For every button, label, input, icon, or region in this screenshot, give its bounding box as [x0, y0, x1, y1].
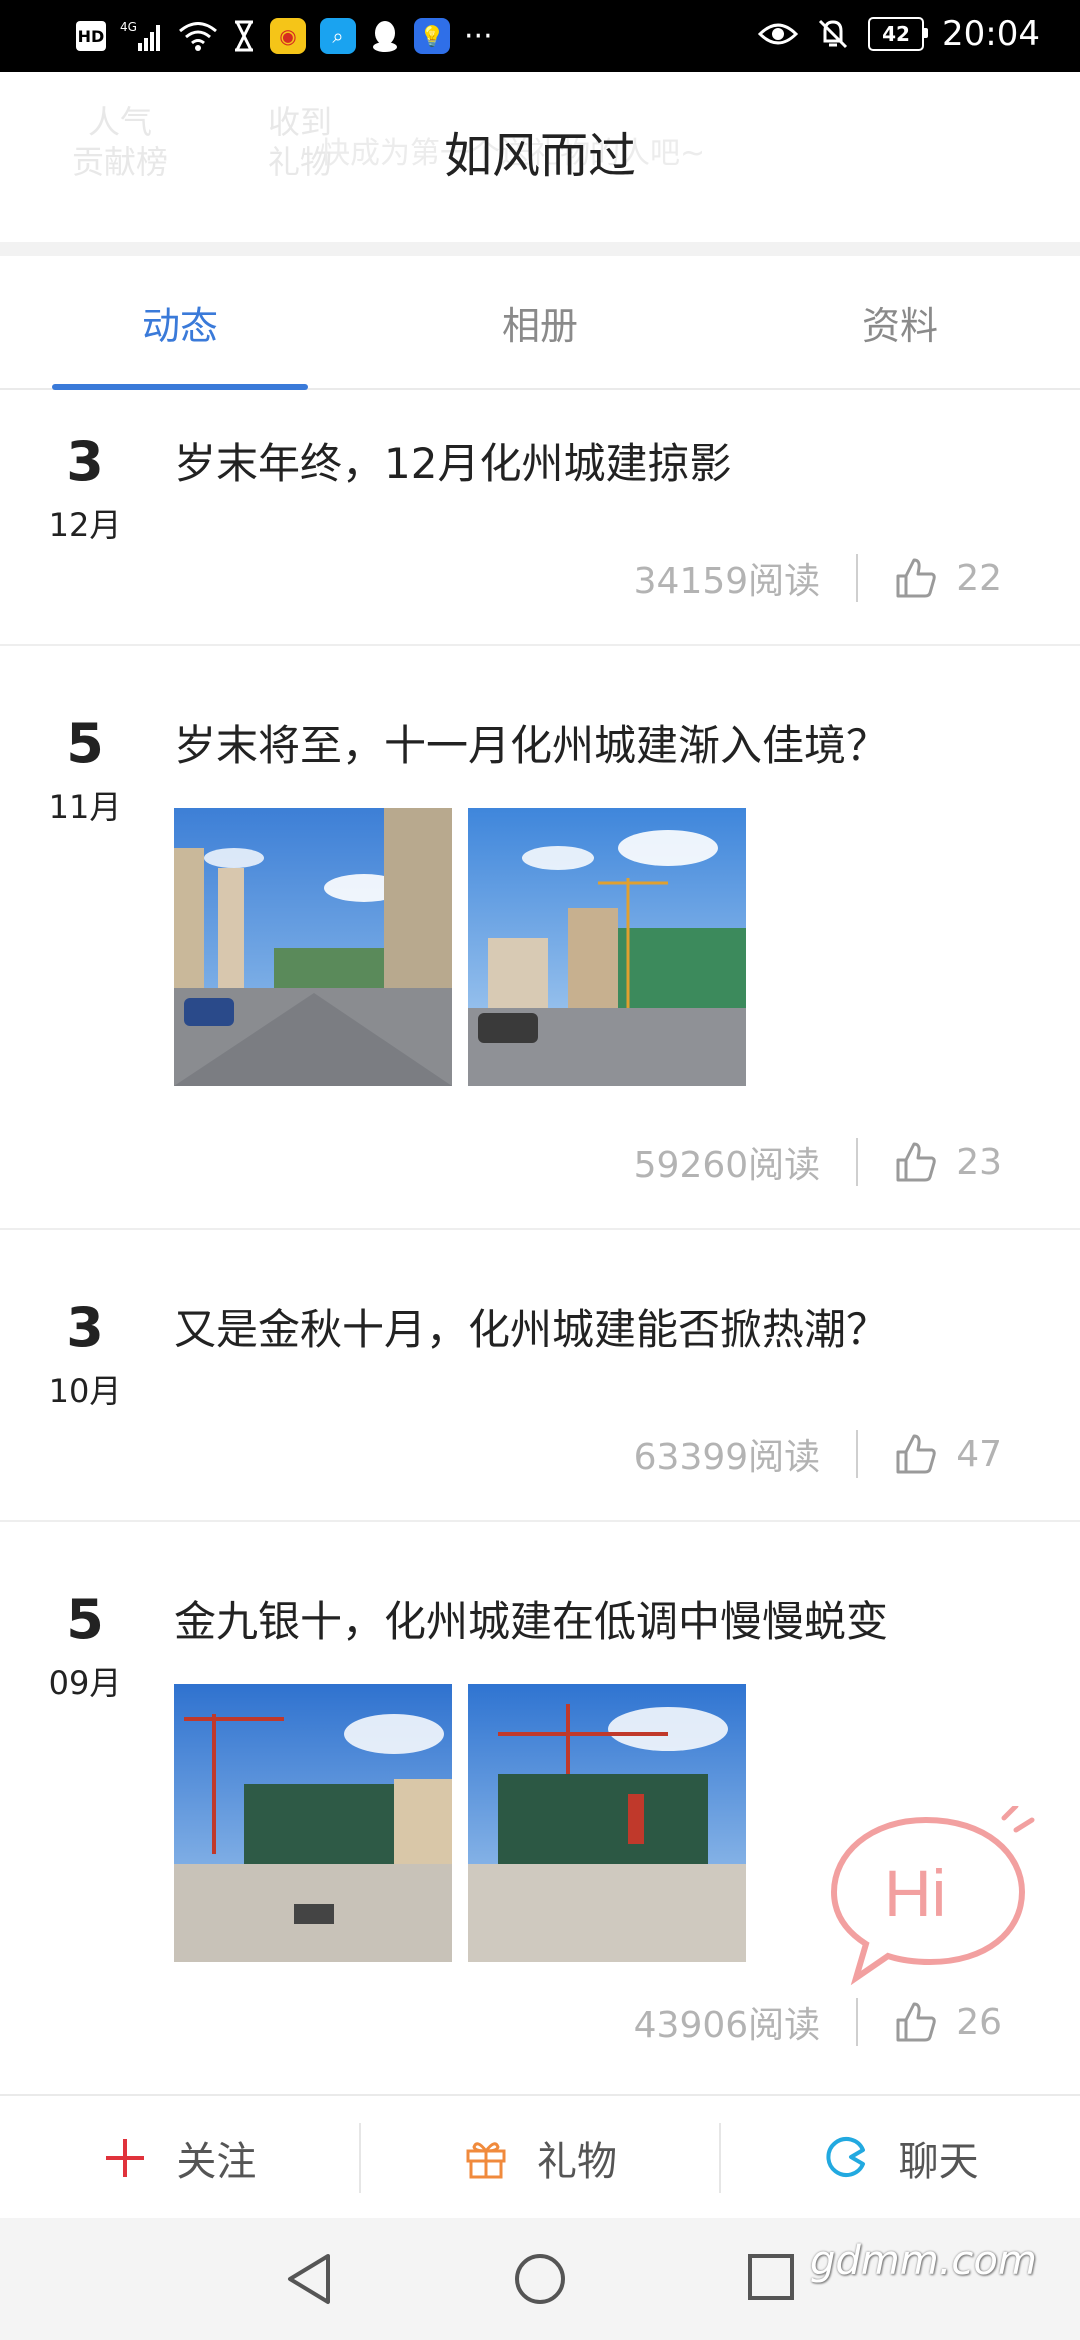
- post-date: 3 12月: [0, 432, 170, 546]
- status-right: 42 20:04: [758, 12, 1040, 56]
- page-title: 如风而过: [443, 128, 636, 184]
- thumbs-up-icon: [896, 1434, 936, 1474]
- hd-icon: HD: [76, 14, 106, 58]
- tab-profile-info[interactable]: 资料: [720, 256, 1080, 388]
- more-dots-icon: ···: [464, 18, 493, 54]
- post-day: 5: [66, 1588, 104, 1651]
- read-count: 34159阅读: [633, 561, 821, 602]
- eye-icon: [758, 12, 799, 56]
- thumbs-up-icon: [896, 1142, 936, 1182]
- follow-button[interactable]: 关注: [0, 2129, 359, 2187]
- back-icon[interactable]: [284, 2252, 334, 2306]
- search-app-icon: ⌕: [320, 14, 356, 58]
- bulb-app-icon: 💡: [414, 14, 450, 58]
- meta-divider: [856, 1138, 859, 1186]
- like-button[interactable]: 47: [894, 1432, 1002, 1476]
- like-count: 26: [956, 2001, 1002, 2043]
- like-count: 22: [956, 557, 1002, 599]
- list-item[interactable]: 3 10月 又是金秋十月，化州城建能否掀热潮？ 63399阅读 47: [0, 1230, 1080, 1522]
- post-meta: 63399阅读 47: [634, 1428, 1002, 1480]
- like-button[interactable]: 22: [894, 556, 1002, 600]
- thumbs-up-icon: [896, 558, 936, 598]
- hi-chat-bubble[interactable]: Hi: [826, 1803, 1036, 1986]
- gift-button[interactable]: 礼物: [361, 2129, 720, 2187]
- mute-bell-icon: [816, 12, 850, 56]
- list-item[interactable]: 5 11月 岁末将至，十一月化州城建渐入佳境？ 59260阅读 23: [0, 646, 1080, 1230]
- gift-icon: [466, 2142, 506, 2179]
- post-date: 5 11月: [0, 714, 170, 828]
- status-bar: HD 4G ◉ ⌕ 💡 ··· 42 20:04: [0, 0, 1080, 72]
- bottom-action-bar: 关注 礼物 聊天: [0, 2094, 1080, 2220]
- meta-divider: [856, 1998, 859, 2046]
- hi-text: Hi: [884, 1856, 946, 1930]
- profile-tabs: 动态 相册 资料: [0, 256, 1080, 390]
- post-date: 5 09月: [0, 1590, 170, 1704]
- svg-text:4G: 4G: [120, 20, 137, 34]
- post-day: 3: [66, 1296, 104, 1359]
- thumbs-up-icon: [896, 2002, 936, 2042]
- post-meta: 34159阅读 22: [634, 552, 1002, 604]
- post-month: 10月: [48, 1372, 122, 1410]
- watermark-text: gdmm.com: [810, 2238, 1037, 2284]
- battery-icon: 42: [868, 17, 929, 51]
- post-month: 11月: [48, 788, 122, 826]
- wifi-icon: [178, 14, 218, 58]
- plus-icon: [106, 2139, 145, 2177]
- signal-4g-icon: 4G: [120, 14, 164, 58]
- meta-divider: [856, 554, 859, 602]
- weibo-icon: ◉: [270, 14, 306, 58]
- chat-button[interactable]: 聊天: [721, 2129, 1080, 2187]
- post-title[interactable]: 岁末年终，12月化州城建掠影: [174, 430, 731, 491]
- follow-label: 关注: [176, 2139, 257, 2185]
- chat-label: 聊天: [898, 2139, 979, 2185]
- post-title[interactable]: 又是金秋十月，化州城建能否掀热潮？: [174, 1296, 888, 1357]
- status-left-icons: HD 4G ◉ ⌕ 💡 ···: [76, 14, 493, 58]
- like-button[interactable]: 23: [894, 1140, 1002, 1184]
- street-photo[interactable]: [174, 808, 452, 1086]
- tab-posts[interactable]: 动态: [0, 256, 360, 390]
- tab-album[interactable]: 相册: [360, 256, 720, 388]
- home-icon[interactable]: [513, 2252, 567, 2306]
- recents-icon[interactable]: [746, 2252, 796, 2302]
- gift-label: 礼物: [537, 2139, 617, 2185]
- like-count: 47: [956, 1433, 1002, 1475]
- post-day: 3: [66, 430, 104, 493]
- post-title[interactable]: 金九银十，化州城建在低调中慢慢蜕变: [174, 1588, 888, 1649]
- status-time: 20:04: [942, 14, 1040, 54]
- post-meta: 43906阅读 26: [634, 1996, 1002, 2048]
- post-meta: 59260阅读 23: [634, 1136, 1002, 1188]
- like-count: 23: [956, 1141, 1002, 1183]
- profile-header: 人气 贡献榜 收到 礼物 快成为第一个送礼物的人吧~ 如风而过: [0, 72, 1080, 256]
- meta-divider: [856, 1430, 859, 1478]
- post-month: 09月: [48, 1664, 122, 1702]
- post-title[interactable]: 岁末将至，十一月化州城建渐入佳境？: [174, 712, 888, 773]
- post-date: 3 10月: [0, 1298, 170, 1412]
- read-count: 59260阅读: [633, 1145, 821, 1186]
- like-button[interactable]: 26: [894, 2000, 1002, 2044]
- construction-photo-2[interactable]: [468, 1684, 746, 1962]
- list-item[interactable]: 3 12月 岁末年终，12月化州城建掠影 34159阅读 22: [0, 390, 1080, 646]
- post-images: [174, 808, 746, 1086]
- qq-icon: [370, 14, 400, 58]
- plaza-photo[interactable]: [468, 808, 746, 1086]
- read-count: 43906阅读: [633, 2005, 821, 2046]
- read-count: 63399阅读: [633, 1437, 821, 1478]
- post-month: 12月: [48, 506, 122, 544]
- construction-photo-1[interactable]: [174, 1684, 452, 1962]
- chat-icon: [826, 2137, 865, 2177]
- post-images: [174, 1684, 746, 1962]
- post-day: 5: [66, 712, 104, 775]
- hourglass-icon: [232, 14, 256, 58]
